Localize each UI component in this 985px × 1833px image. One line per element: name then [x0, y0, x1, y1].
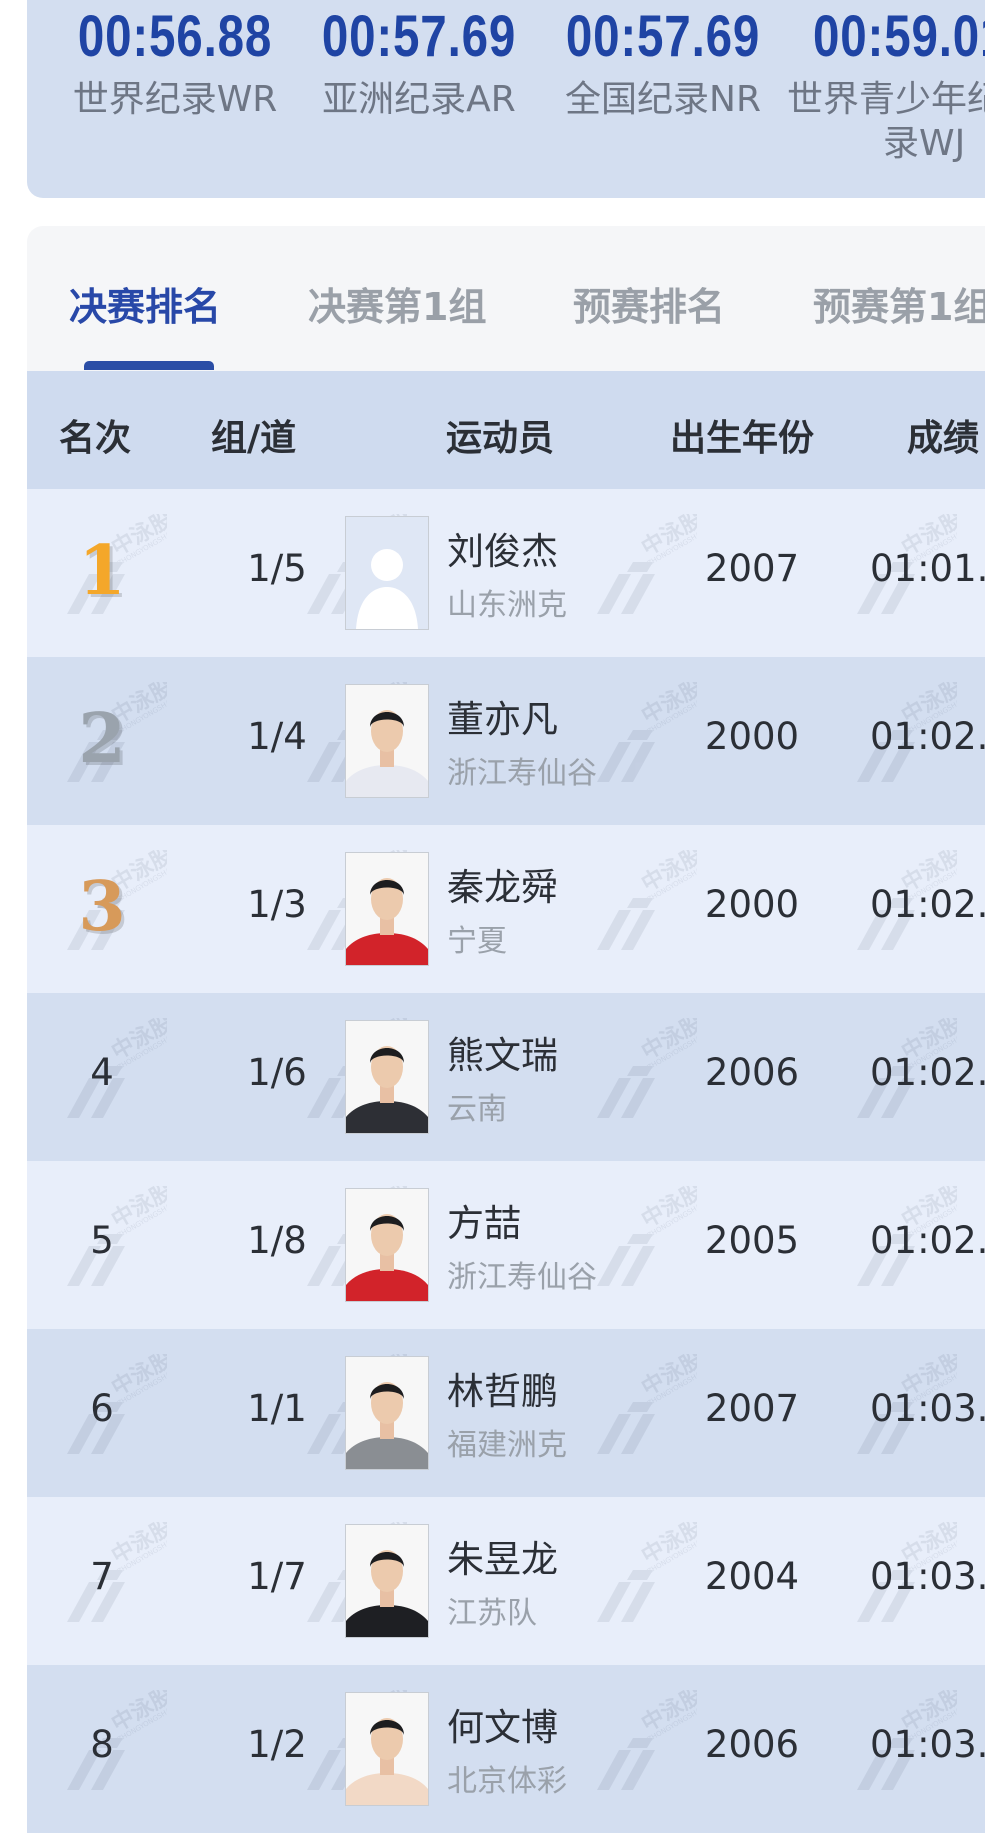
table-row[interactable]: 中泳股份 ZHONGYONGSHARES 中泳股份 ZHONGYONGSHARES 中泳…: [27, 1665, 985, 1833]
record-label: 全国纪录NR: [565, 79, 761, 120]
record-wj: 00:59.01 世界青少年纪 录WJ: [777, 2, 985, 166]
athlete-name: 朱昱龙: [447, 1538, 558, 1581]
birth-year-cell: 2006: [704, 1051, 800, 1094]
table-row[interactable]: 中泳股份 ZHONGYONGSHARES 中泳股份 ZHONGYONGSHARES 中泳…: [27, 1329, 985, 1497]
column-rank: 名次: [59, 418, 132, 459]
result-time-cell: 01:02.53: [870, 883, 985, 926]
record-wr: 00:56.88 世界纪录WR: [45, 2, 305, 122]
birth-year-cell: 2000: [704, 883, 800, 926]
active-tab-indicator: [84, 361, 214, 370]
tab-bar: 决赛排名 决赛第1组 预赛排名 预赛第1组: [27, 226, 985, 371]
watermark-logo: 中泳股份ZHONGYONGSHARES: [597, 1018, 697, 1118]
table-row[interactable]: 中泳股份 ZHONGYONGSHARES 中泳股份 ZHONGYONGSHARES 中泳…: [27, 489, 985, 657]
athlete-photo: [345, 852, 429, 966]
birth-year-cell: 2007: [704, 547, 800, 590]
watermark-logo: 中泳股份ZHONGYONGSHARES: [597, 1522, 697, 1622]
table-row[interactable]: 中泳股份 ZHONGYONGSHARES 中泳股份 ZHONGYONGSHARES 中泳…: [27, 657, 985, 825]
lane-cell: 1/2: [247, 1723, 307, 1766]
birth-year-cell: 2004: [704, 1555, 800, 1598]
record-label: 世界青少年纪: [787, 79, 985, 120]
athlete-name: 方喆: [447, 1202, 521, 1245]
record-time: 00:57.69: [321, 4, 517, 69]
table-row[interactable]: 中泳股份 ZHONGYONGSHARES 中泳股份 ZHONGYONGSHARES 中泳…: [27, 825, 985, 993]
lane-cell: 1/7: [247, 1555, 307, 1598]
watermark-logo: 中泳股份ZHONGYONGSHARES: [597, 514, 697, 614]
column-birth-year: 出生年份: [670, 418, 815, 459]
record-time: 00:59.01: [813, 4, 985, 69]
watermark-logo: 中泳股份ZHONGYONGSHARES: [597, 682, 697, 782]
birth-year-cell: 2007: [704, 1387, 800, 1430]
athlete-name: 刘俊杰: [447, 530, 558, 573]
athlete-photo: [345, 684, 429, 798]
athlete-team: 浙江寿仙谷: [447, 1260, 597, 1295]
athlete-name: 何文博: [447, 1706, 558, 1749]
athlete-photo: [345, 1524, 429, 1638]
record-time: 00:56.88: [77, 4, 273, 69]
athlete-photo: [345, 1020, 429, 1134]
watermark-logo: 中泳股份ZHONGYONGSHARES: [597, 1690, 697, 1790]
result-time-cell: 01:03.31: [870, 1555, 985, 1598]
record-label: 世界纪录WR: [72, 79, 278, 120]
lane-cell: 1/4: [247, 715, 307, 758]
medal-rank-gold: 1: [78, 531, 126, 611]
athlete-name: 林哲鹏: [447, 1370, 558, 1413]
lane-cell: 1/6: [247, 1051, 307, 1094]
athlete-name: 秦龙舜: [447, 866, 558, 909]
record-ar: 00:57.69 亚洲纪录AR: [289, 2, 549, 122]
result-time-cell: 01:02.51: [870, 715, 985, 758]
result-time-cell: 01:03.41: [870, 1723, 985, 1766]
watermark-logo: 中泳股份ZHONGYONGSHARES: [597, 1186, 697, 1286]
record-label: 亚洲纪录AR: [322, 79, 516, 120]
athlete-name: 董亦凡: [447, 698, 558, 741]
athlete-team: 云南: [447, 1092, 507, 1127]
tab-heat-ranking[interactable]: 预赛排名: [573, 276, 725, 331]
athlete-photo: [345, 1356, 429, 1470]
birth-year-cell: 2005: [704, 1219, 800, 1262]
athlete-photo: [345, 1188, 429, 1302]
table-header: 名次 组/道 运动员 出生年份 成绩: [27, 371, 985, 489]
result-time-cell: 01:01.91: [870, 547, 985, 590]
athlete-team: 福建洲克: [447, 1428, 567, 1463]
birth-year-cell: 2006: [704, 1723, 800, 1766]
avatar-placeholder-icon: [345, 516, 429, 630]
result-time-cell: 01:02.81: [870, 1219, 985, 1262]
records-card: 00:56.88 世界纪录WR 00:57.69 亚洲纪录AR 00:57.69…: [27, 0, 985, 198]
athlete-name: 熊文瑞: [447, 1034, 558, 1077]
rank-cell: 5: [90, 1219, 114, 1262]
rank-cell: 8: [90, 1723, 114, 1766]
tab-heat-group-1[interactable]: 预赛第1组: [813, 276, 985, 331]
result-time-cell: 01:03.21: [870, 1387, 985, 1430]
athlete-photo: [345, 1692, 429, 1806]
athlete-team: 山东洲克: [447, 588, 567, 623]
column-result: 成绩: [907, 418, 980, 459]
lane-cell: 1/5: [247, 547, 307, 590]
record-label-line2: 录WJ: [883, 123, 966, 164]
column-lane: 组/道: [211, 418, 297, 459]
athlete-team: 北京体彩: [447, 1764, 567, 1799]
table-row[interactable]: 中泳股份 ZHONGYONGSHARES 中泳股份 ZHONGYONGSHARES 中泳…: [27, 993, 985, 1161]
watermark-logo: 中泳股份ZHONGYONGSHARES: [597, 1354, 697, 1454]
athlete-team: 浙江寿仙谷: [447, 756, 597, 791]
record-time: 00:57.69: [565, 4, 761, 69]
birth-year-cell: 2000: [704, 715, 800, 758]
table-row[interactable]: 中泳股份 ZHONGYONGSHARES 中泳股份 ZHONGYONGSHARES 中泳…: [27, 1497, 985, 1665]
column-athlete: 运动员: [446, 418, 555, 459]
result-time-cell: 01:02.71: [870, 1051, 985, 1094]
lane-cell: 1/1: [247, 1387, 307, 1430]
rank-cell: 7: [90, 1555, 114, 1598]
rank-cell: 6: [90, 1387, 114, 1430]
lane-cell: 1/3: [247, 883, 307, 926]
athlete-team: 宁夏: [447, 924, 507, 959]
record-nr: 00:57.69 全国纪录NR: [533, 2, 793, 122]
lane-cell: 1/8: [247, 1219, 307, 1262]
table-row[interactable]: 中泳股份 ZHONGYONGSHARES 中泳股份 ZHONGYONGSHARES 中泳…: [27, 1161, 985, 1329]
medal-rank-bronze: 3: [78, 867, 126, 947]
tab-final-ranking[interactable]: 决赛排名: [69, 276, 221, 331]
rank-cell: 4: [90, 1051, 114, 1094]
medal-rank-silver: 2: [78, 699, 126, 779]
watermark-logo: 中泳股份ZHONGYONGSHARES: [597, 850, 697, 950]
athlete-team: 江苏队: [447, 1596, 537, 1631]
tab-final-group-1[interactable]: 决赛第1组: [308, 276, 486, 331]
